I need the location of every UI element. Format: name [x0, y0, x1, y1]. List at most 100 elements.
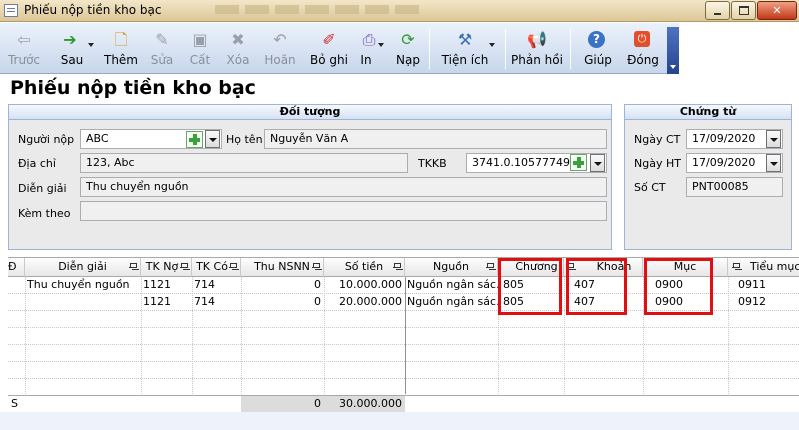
edit-button[interactable]: ✎ Sửa [146, 23, 178, 73]
summary-label: S [11, 397, 18, 410]
col-header-tieu-muc[interactable]: Tiểu mục [728, 258, 799, 277]
cell-dien-giai[interactable] [25, 294, 141, 311]
delete-button[interactable]: ✖ Xóa [222, 23, 254, 73]
minimize-icon [714, 13, 721, 15]
cell-so-tien[interactable]: 20.000.000 [324, 294, 405, 311]
arrow-left-icon: ⇦ [17, 30, 31, 49]
col-label: Diễn giải [58, 260, 107, 273]
refresh-icon: ⟳ [401, 30, 415, 49]
highlight-muc [644, 258, 713, 315]
col-label: Tiểu mục [750, 260, 799, 273]
kem-theo-field[interactable] [80, 201, 607, 221]
kem-theo-label: Kèm theo [18, 207, 71, 220]
col-header-nguon[interactable]: Nguồn [405, 258, 498, 277]
dien-giai-value: Thu chuyển nguồn [86, 180, 189, 193]
app-icon [4, 4, 18, 17]
cell-tk-co[interactable]: 714 [192, 277, 241, 294]
pin-icon[interactable] [732, 263, 740, 271]
table-row-empty[interactable] [8, 328, 799, 345]
maximize-button[interactable] [731, 1, 756, 20]
col-label: Số tiền [344, 260, 384, 273]
close-label: Đóng [627, 53, 659, 67]
close-window-button[interactable]: ✕ [757, 1, 797, 20]
next-dropdown-icon[interactable] [88, 43, 94, 47]
cell-thu-nsnn[interactable]: 0 [241, 294, 324, 311]
table-row-empty[interactable] [8, 345, 799, 362]
add-tkkb-icon[interactable] [570, 154, 587, 171]
summary-so-tien: 30.000.000 [324, 396, 405, 413]
feedback-button[interactable]: 📢 Phản hồi [510, 23, 564, 73]
ho-ten-field[interactable]: Nguyễn Văn A [264, 129, 607, 149]
utilities-label: Tiện ích [441, 53, 489, 67]
page-title: Phiếu nộp tiền kho bạc [10, 77, 256, 99]
cell-nguon[interactable]: Nguồn ngân sác... [405, 277, 498, 294]
ngay-ht-dropdown-icon[interactable] [766, 154, 781, 172]
tkkb-dropdown-icon[interactable] [590, 154, 605, 172]
help-label: Giúp [584, 53, 612, 67]
cell-tieu-muc[interactable]: 0911 [736, 277, 799, 294]
pin-icon[interactable] [312, 263, 320, 271]
help-button[interactable]: ? Giúp [580, 23, 616, 73]
save-button[interactable]: ▣ Cất [184, 23, 216, 73]
dien-giai-label: Diễn giải [18, 182, 67, 195]
new-document-icon: 🗋 [114, 30, 128, 49]
back-button[interactable]: ⇦ Trước [4, 23, 44, 73]
nguoi-nop-dropdown-icon[interactable] [205, 130, 220, 148]
pin-icon[interactable] [129, 263, 137, 271]
undo-button[interactable]: ↶ Hoãn [262, 23, 298, 73]
so-ct-label: Số CT [634, 181, 666, 194]
cell-tk-no[interactable]: 1121 [141, 277, 192, 294]
col-header-tk-no[interactable]: TK Nợ [141, 258, 192, 277]
pin-icon[interactable] [229, 263, 237, 271]
cell-tieu-muc[interactable]: 0912 [736, 294, 799, 311]
dia-chi-value: 123, Abc [86, 156, 135, 169]
table-row-empty[interactable] [8, 362, 799, 379]
add-person-icon[interactable] [186, 131, 203, 148]
cell-nguon[interactable]: Nguồn ngân sác... [405, 294, 498, 311]
cell-tk-co[interactable]: 714 [192, 294, 241, 311]
print-label: In [360, 53, 372, 67]
highlight-chuong [498, 258, 562, 315]
toolbar-separator [429, 29, 430, 69]
close-button[interactable]: ⏻ Đóng [624, 23, 662, 73]
dia-chi-field[interactable]: 123, Abc [80, 153, 408, 173]
add-button[interactable]: 🗋 Thêm [100, 23, 142, 73]
utilities-button[interactable]: ⚒ Tiện ích [436, 23, 495, 73]
load-button[interactable]: ⟳ Nạp [392, 23, 424, 73]
col-header-so-tien[interactable]: Số tiền [324, 258, 405, 277]
minimize-button[interactable] [705, 1, 730, 20]
table-row-empty[interactable] [8, 379, 799, 396]
status-strip [0, 412, 799, 430]
col-header-tk-co[interactable]: TK Có [192, 258, 241, 277]
cell-dien-giai[interactable]: Thu chuyển nguồn [25, 277, 141, 294]
cell-tk-no[interactable]: 1121 [141, 294, 192, 311]
print-dropdown-icon[interactable] [378, 43, 384, 47]
back-label: Trước [7, 53, 41, 67]
ngay-ct-value: 17/09/2020 [692, 132, 756, 145]
next-button[interactable]: ➔ Sau [50, 23, 94, 73]
cell-so-tien[interactable]: 10.000.000 [324, 277, 405, 294]
toolbar-separator [570, 29, 571, 69]
print-button[interactable]: ⎙ In [356, 23, 386, 73]
col-header-thu-nsnn[interactable]: Thu NSNN [241, 258, 324, 277]
dien-giai-field[interactable]: Thu chuyển nguồn [80, 177, 607, 197]
pin-icon[interactable] [180, 263, 188, 271]
print-icon: ⎙ [362, 30, 376, 49]
arrow-right-icon: ➔ [63, 30, 77, 49]
toolbar-empty-area [681, 23, 799, 74]
so-ct-field[interactable]: PNT00085 [686, 177, 783, 197]
col-header-d[interactable]: Đ [8, 258, 25, 277]
add-label: Thêm [103, 53, 138, 67]
undo-icon: ↶ [273, 30, 287, 49]
ngay-ct-dropdown-icon[interactable] [766, 130, 781, 148]
cell-thu-nsnn[interactable]: 0 [241, 277, 324, 294]
utilities-dropdown-icon[interactable] [489, 43, 495, 47]
pin-icon[interactable] [486, 263, 494, 271]
unpost-button[interactable]: ✐ Bỏ ghi [308, 23, 350, 73]
edit-icon: ✎ [155, 30, 169, 49]
toolbar-separator [505, 29, 506, 69]
pin-icon[interactable] [393, 263, 401, 271]
delete-icon: ✖ [231, 30, 245, 49]
col-header-dien-giai[interactable]: Diễn giải [25, 258, 141, 277]
toolbar-overflow-grip[interactable] [667, 27, 679, 74]
